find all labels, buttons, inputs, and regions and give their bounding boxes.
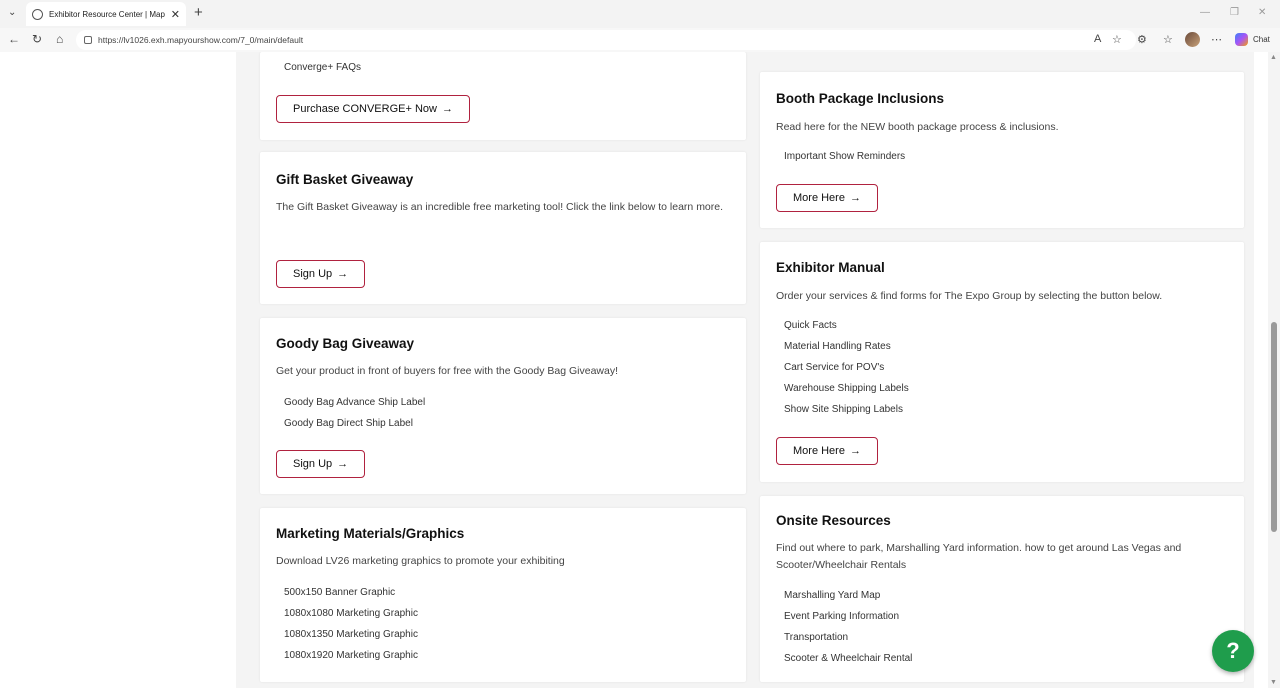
refresh-icon[interactable]: ↻ [32, 32, 42, 46]
converge-faqs-link[interactable]: Converge+ FAQs [284, 62, 361, 73]
arrow-right-icon: → [849, 445, 861, 457]
manual-more-here-button[interactable]: More Here → [776, 437, 878, 465]
button-label: Purchase CONVERGE+ Now [293, 103, 437, 115]
scroll-thumb[interactable] [1271, 322, 1277, 532]
address-bar: ← ↻ ⌂ https://lv1026.exh.mapyourshow.com… [0, 28, 1280, 52]
button-label: More Here [793, 192, 845, 204]
new-tab-icon[interactable]: + [194, 4, 203, 21]
booth-package-card: Booth Package Inclusions Read here for t… [760, 72, 1244, 228]
card-description: Read here for the NEW booth package proc… [776, 121, 1059, 133]
home-icon[interactable]: ⌂ [56, 32, 63, 46]
tab-list-chevron-icon[interactable]: ⌄ [8, 7, 16, 18]
card-title: Gift Basket Giveaway [276, 172, 414, 187]
goody-bag-advance-link[interactable]: Goody Bag Advance Ship Label [284, 397, 425, 408]
card-description: Find out where to park, Marshalling Yard… [776, 542, 1182, 571]
scroll-up-icon[interactable]: ▲ [1270, 54, 1277, 61]
material-handling-link[interactable]: Material Handling Rates [784, 341, 891, 352]
button-label: Sign Up [293, 268, 333, 280]
card-title: Onsite Resources [776, 513, 891, 528]
favorites-icon[interactable]: ☆ [1163, 33, 1173, 46]
maximize-icon[interactable]: ❐ [1230, 7, 1239, 18]
url-text: https://lv1026.exh.mapyourshow.com/7_0/m… [98, 35, 304, 45]
chat-label[interactable]: Chat [1253, 35, 1270, 44]
banner-graphic-link[interactable]: 500x150 Banner Graphic [284, 587, 395, 598]
profile-avatar[interactable] [1185, 32, 1200, 47]
gift-basket-card: Gift Basket Giveaway The Gift Basket Giv… [260, 152, 746, 304]
favorite-star-icon[interactable]: ☆ [1112, 33, 1122, 46]
marketing-card: Marketing Materials/Graphics Download LV… [260, 508, 746, 682]
quick-facts-link[interactable]: Quick Facts [784, 320, 837, 331]
goody-bag-card: Goody Bag Giveaway Get your product in f… [260, 318, 746, 494]
arrow-right-icon: → [441, 103, 453, 115]
purchase-converge-button[interactable]: Purchase CONVERGE+ Now → [276, 95, 470, 123]
scooter-wheelchair-link[interactable]: Scooter & Wheelchair Rental [784, 653, 912, 664]
goody-bag-direct-link[interactable]: Goody Bag Direct Ship Label [284, 418, 413, 429]
arrow-right-icon: → [337, 268, 349, 280]
converge-card: Converge+ FAQs Purchase CONVERGE+ Now → [260, 52, 746, 140]
goody-bag-signup-button[interactable]: Sign Up → [276, 450, 366, 478]
important-reminders-link[interactable]: Important Show Reminders [784, 151, 905, 162]
arrow-right-icon: → [337, 458, 349, 470]
card-title: Goody Bag Giveaway [276, 336, 415, 351]
more-menu-icon[interactable]: ⋯ [1211, 33, 1222, 46]
page-viewport: Converge+ FAQs Purchase CONVERGE+ Now → G… [0, 52, 1268, 688]
browser-tab[interactable]: Exhibitor Resource Center | Map Y ✕ [26, 2, 186, 26]
show-site-labels-link[interactable]: Show Site Shipping Labels [784, 404, 903, 415]
button-label: More Here [793, 445, 845, 457]
minimize-icon[interactable]: — [1200, 7, 1210, 18]
cart-service-link[interactable]: Cart Service for POV's [784, 362, 884, 373]
marshalling-yard-link[interactable]: Marshalling Yard Map [784, 590, 880, 601]
extensions-icon[interactable]: ⚙ [1137, 33, 1147, 46]
close-window-icon[interactable]: ✕ [1258, 7, 1266, 18]
warehouse-labels-link[interactable]: Warehouse Shipping Labels [784, 383, 909, 394]
event-parking-link[interactable]: Event Parking Information [784, 611, 899, 622]
close-tab-icon[interactable]: ✕ [171, 8, 180, 21]
booth-more-here-button[interactable]: More Here → [776, 184, 878, 212]
globe-icon [32, 8, 43, 20]
arrow-right-icon: → [849, 192, 861, 204]
page-scrollbar[interactable]: ▲ ▼ [1268, 52, 1280, 688]
card-description: Get your product in front of buyers for … [276, 365, 619, 377]
card-description: The Gift Basket Giveaway is an incredibl… [276, 201, 724, 213]
help-button[interactable]: ? [1212, 630, 1254, 672]
lock-icon[interactable] [84, 36, 92, 44]
card-title: Exhibitor Manual [776, 260, 885, 275]
onsite-resources-card: Onsite Resources Find out where to park,… [760, 496, 1244, 682]
card-title: Marketing Materials/Graphics [276, 526, 465, 541]
transportation-link[interactable]: Transportation [784, 632, 848, 643]
button-label: Sign Up [293, 458, 333, 470]
url-field[interactable]: https://lv1026.exh.mapyourshow.com/7_0/m… [76, 30, 1136, 50]
copilot-icon[interactable] [1235, 33, 1248, 46]
back-icon[interactable]: ← [8, 32, 20, 46]
read-aloud-icon[interactable]: A [1094, 33, 1101, 45]
graphic-1080x1350-link[interactable]: 1080x1350 Marketing Graphic [284, 629, 418, 640]
graphic-1080x1920-link[interactable]: 1080x1920 Marketing Graphic [284, 650, 418, 661]
card-description: Order your services & find forms for The… [776, 290, 1163, 302]
card-title: Booth Package Inclusions [776, 91, 945, 106]
exhibitor-manual-card: Exhibitor Manual Order your services & f… [760, 242, 1244, 482]
graphic-1080x1080-link[interactable]: 1080x1080 Marketing Graphic [284, 608, 418, 619]
scroll-down-icon[interactable]: ▼ [1270, 679, 1277, 686]
gift-basket-signup-button[interactable]: Sign Up → [276, 260, 366, 288]
tab-bar: ⌄ Exhibitor Resource Center | Map Y ✕ + … [0, 0, 1280, 28]
card-description: Download LV26 marketing graphics to prom… [276, 555, 565, 567]
tab-title: Exhibitor Resource Center | Map Y [49, 9, 167, 19]
